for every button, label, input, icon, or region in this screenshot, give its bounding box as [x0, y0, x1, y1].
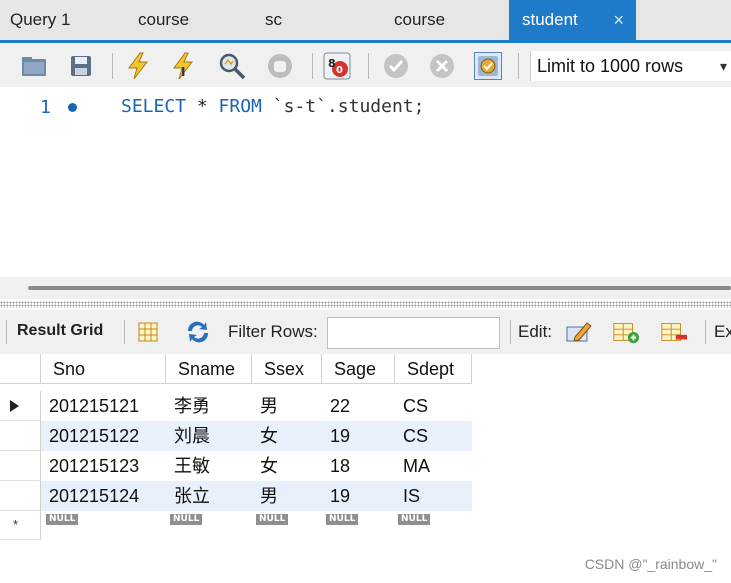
commit-icon[interactable] [382, 52, 410, 80]
column-header-sno[interactable]: Sno [41, 354, 166, 384]
panel-splitter[interactable] [0, 301, 731, 308]
column-header-ssex[interactable]: Ssex [252, 354, 322, 384]
toolbar-separator [312, 53, 313, 79]
column-header-sdept[interactable]: Sdept [395, 354, 472, 384]
tab-sc[interactable]: sc [265, 0, 282, 40]
sql-statement[interactable]: SELECT * FROM `s-t`.student; [121, 96, 424, 117]
tab-course[interactable]: course [138, 0, 189, 40]
grid-corner [0, 354, 41, 384]
tab-course-2[interactable]: course [394, 0, 445, 40]
refresh-icon[interactable] [184, 318, 212, 346]
null-badge[interactable]: NULL [398, 514, 431, 525]
svg-text:0: 0 [336, 65, 343, 76]
cell-sdept[interactable]: CS [395, 421, 428, 451]
null-badge[interactable]: NULL [326, 514, 359, 525]
null-badge[interactable]: NULL [46, 514, 79, 525]
watermark: CSDN @"_rainbow_" [584, 556, 717, 572]
cell-sno[interactable]: 201215121 [41, 391, 139, 421]
toolbar-separator [124, 320, 125, 344]
null-badge[interactable]: NULL [256, 514, 289, 525]
execute-current-icon[interactable]: I [170, 52, 198, 80]
row-header[interactable] [0, 481, 41, 511]
close-tab-icon[interactable]: × [613, 0, 624, 40]
toolbar-separator [705, 320, 706, 344]
cell-ssex[interactable]: 男 [252, 481, 278, 511]
horizontal-scrollbar[interactable] [28, 286, 731, 290]
cell-ssex[interactable]: 男 [252, 391, 278, 421]
filter-rows-input[interactable] [327, 317, 500, 349]
svg-text:8: 8 [328, 57, 336, 70]
null-badge[interactable]: NULL [170, 514, 203, 525]
current-row-arrow-icon [10, 400, 19, 412]
result-grid-button[interactable]: Result Grid [17, 322, 103, 340]
cell-sno[interactable]: 201215124 [41, 481, 139, 511]
toolbar-separator [510, 320, 511, 344]
row-header[interactable] [0, 421, 41, 451]
editor-tab-bar: Query 1 course sc course student × [0, 0, 731, 40]
autocommit-icon[interactable] [474, 52, 502, 80]
execute-icon[interactable] [124, 52, 152, 80]
cell-sname[interactable]: 李勇 [166, 391, 210, 421]
cell-ssex[interactable]: 女 [252, 451, 278, 481]
sql-editor[interactable]: 1 SELECT * FROM `s-t`.student; [0, 87, 731, 277]
sql-editor-toolbar: I 80 Limit to 1000 rows ▾ [0, 43, 731, 87]
save-icon[interactable] [67, 52, 95, 80]
cell-sage[interactable]: 19 [322, 481, 350, 511]
cell-sname[interactable]: 王敏 [166, 451, 210, 481]
cell-sage[interactable]: 22 [322, 391, 350, 421]
cell-sage[interactable]: 18 [322, 451, 350, 481]
stop-icon[interactable] [266, 52, 294, 80]
cell-sno[interactable]: 201215122 [41, 421, 139, 451]
row-header[interactable] [0, 391, 41, 421]
toolbar-separator [518, 53, 519, 79]
toolbar-separator [368, 53, 369, 79]
explain-icon[interactable] [218, 52, 246, 80]
cell-sname[interactable]: 张立 [166, 481, 210, 511]
cell-sdept[interactable]: MA [395, 451, 430, 481]
cell-sage[interactable]: 19 [322, 421, 350, 451]
toggle-error-icon[interactable]: 80 [323, 52, 351, 80]
cell-ssex[interactable]: 女 [252, 421, 278, 451]
export-button[interactable]: Ex [714, 322, 731, 342]
tab-query-1[interactable]: Query 1 [10, 0, 70, 40]
result-grid[interactable]: Sno Sname Ssex Sage Sdept 201215121 李勇 男… [0, 354, 731, 540]
cell-sno[interactable]: 201215123 [41, 451, 139, 481]
cell-sdept[interactable]: IS [395, 481, 420, 511]
svg-text:I: I [181, 65, 185, 79]
edit-current-row-icon[interactable] [565, 318, 593, 346]
rollback-icon[interactable] [428, 52, 456, 80]
row-limit-select[interactable]: Limit to 1000 rows ▾ [530, 51, 731, 81]
open-folder-icon[interactable] [20, 52, 48, 80]
result-toolbar: Result Grid Filter Rows: Edit: Ex [0, 310, 731, 354]
chevron-down-icon: ▾ [719, 58, 727, 74]
row-header[interactable] [0, 451, 41, 481]
toolbar-separator [112, 53, 113, 79]
cell-sname[interactable]: 刘晨 [166, 421, 210, 451]
statement-marker-icon [68, 103, 77, 112]
edit-label: Edit: [518, 322, 553, 341]
filter-rows-label: Filter Rows: [228, 322, 318, 341]
toolbar-separator [6, 320, 7, 344]
column-header-sname[interactable]: Sname [166, 354, 252, 384]
column-header-sage[interactable]: Sage [322, 354, 395, 384]
cell-sdept[interactable]: CS [395, 391, 428, 421]
grid-view-icon[interactable] [134, 318, 162, 346]
new-row-marker: * [13, 517, 19, 532]
line-number: 1 [40, 97, 51, 118]
tab-student[interactable]: student × [509, 0, 636, 40]
row-header-new[interactable] [0, 511, 41, 540]
delete-row-icon[interactable] [660, 318, 688, 346]
insert-row-icon[interactable] [612, 318, 640, 346]
